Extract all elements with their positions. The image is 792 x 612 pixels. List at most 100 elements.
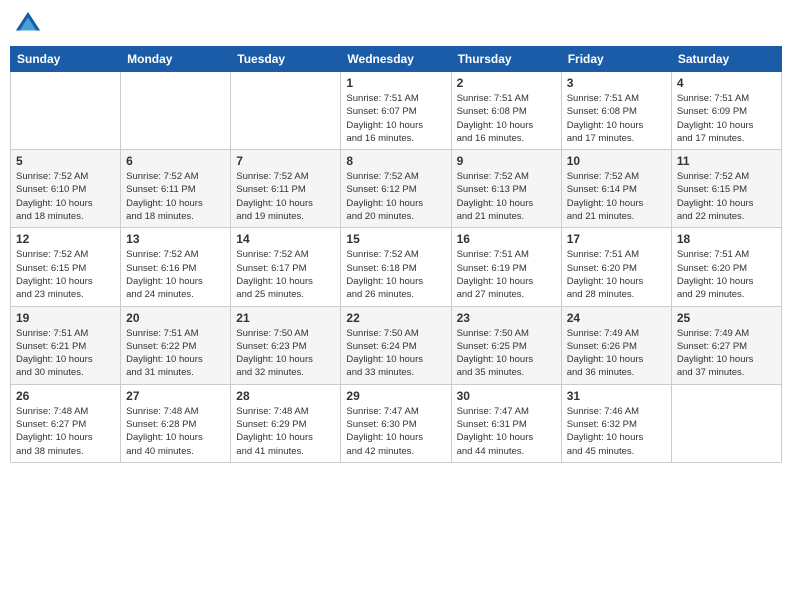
calendar-cell: 17Sunrise: 7:51 AM Sunset: 6:20 PM Dayli… — [561, 228, 671, 306]
calendar-week-row: 26Sunrise: 7:48 AM Sunset: 6:27 PM Dayli… — [11, 384, 782, 462]
day-number: 3 — [567, 76, 666, 90]
day-info: Sunrise: 7:51 AM Sunset: 6:07 PM Dayligh… — [346, 92, 445, 145]
day-info: Sunrise: 7:47 AM Sunset: 6:30 PM Dayligh… — [346, 405, 445, 458]
calendar-cell: 25 Sunrise: 7:49 AM Sunset: 6:27 PM Dayli… — [671, 306, 781, 384]
calendar-cell: 15Sunrise: 7:52 AM Sunset: 6:18 PM Dayli… — [341, 228, 451, 306]
calendar-week-row: 1 Sunrise: 7:51 AM Sunset: 6:07 PM Daylig… — [11, 72, 782, 150]
calendar-cell: 20Sunrise: 7:51 AM Sunset: 6:22 PM Dayli… — [121, 306, 231, 384]
day-of-week-header: Sunday — [11, 47, 121, 72]
day-info: Sunrise: 7:52 AM Sunset: 6:14 PM Dayligh… — [567, 170, 666, 223]
day-number: 25 — [677, 311, 776, 325]
calendar-cell: 1 Sunrise: 7:51 AM Sunset: 6:07 PM Daylig… — [341, 72, 451, 150]
calendar-cell: 2 Sunrise: 7:51 AM Sunset: 6:08 PM Daylig… — [451, 72, 561, 150]
calendar-header-row: SundayMondayTuesdayWednesdayThursdayFrid… — [11, 47, 782, 72]
calendar-cell — [671, 384, 781, 462]
calendar-cell: 16 Sunrise: 7:51 AM Sunset: 6:19 PM Dayli… — [451, 228, 561, 306]
day-number: 10 — [567, 154, 666, 168]
calendar-cell: 3 Sunrise: 7:51 AM Sunset: 6:08 PM Daylig… — [561, 72, 671, 150]
calendar-table: SundayMondayTuesdayWednesdayThursdayFrid… — [10, 46, 782, 463]
calendar-cell — [11, 72, 121, 150]
day-number: 6 — [126, 154, 225, 168]
day-number: 29 — [346, 389, 445, 403]
day-info: Sunrise: 7:49 AM Sunset: 6:26 PM Dayligh… — [567, 327, 666, 380]
day-number: 28 — [236, 389, 335, 403]
day-info: Sunrise: 7:52 AM Sunset: 6:15 PM Dayligh… — [677, 170, 776, 223]
calendar-cell: 22Sunrise: 7:50 AM Sunset: 6:24 PM Dayli… — [341, 306, 451, 384]
day-number: 1 — [346, 76, 445, 90]
day-number: 27 — [126, 389, 225, 403]
day-of-week-header: Thursday — [451, 47, 561, 72]
day-info: Sunrise: 7:51 AM Sunset: 6:08 PM Dayligh… — [457, 92, 556, 145]
day-number: 19 — [16, 311, 115, 325]
day-number: 30 — [457, 389, 556, 403]
calendar-cell: 4 Sunrise: 7:51 AM Sunset: 6:09 PM Daylig… — [671, 72, 781, 150]
day-of-week-header: Monday — [121, 47, 231, 72]
calendar-cell: 7 Sunrise: 7:52 AM Sunset: 6:11 PM Daylig… — [231, 150, 341, 228]
day-info: Sunrise: 7:50 AM Sunset: 6:25 PM Dayligh… — [457, 327, 556, 380]
day-info: Sunrise: 7:47 AM Sunset: 6:31 PM Dayligh… — [457, 405, 556, 458]
day-info: Sunrise: 7:52 AM Sunset: 6:11 PM Dayligh… — [126, 170, 225, 223]
day-info: Sunrise: 7:52 AM Sunset: 6:15 PM Dayligh… — [16, 248, 115, 301]
day-info: Sunrise: 7:51 AM Sunset: 6:19 PM Dayligh… — [457, 248, 556, 301]
day-of-week-header: Wednesday — [341, 47, 451, 72]
day-number: 4 — [677, 76, 776, 90]
calendar-cell: 26Sunrise: 7:48 AM Sunset: 6:27 PM Dayli… — [11, 384, 121, 462]
calendar-week-row: 12 Sunrise: 7:52 AM Sunset: 6:15 PM Dayli… — [11, 228, 782, 306]
calendar-cell: 18 Sunrise: 7:51 AM Sunset: 6:20 PM Dayli… — [671, 228, 781, 306]
logo-icon — [14, 10, 42, 38]
calendar-cell: 14Sunrise: 7:52 AM Sunset: 6:17 PM Dayli… — [231, 228, 341, 306]
day-info: Sunrise: 7:52 AM Sunset: 6:17 PM Dayligh… — [236, 248, 335, 301]
day-info: Sunrise: 7:51 AM Sunset: 6:20 PM Dayligh… — [677, 248, 776, 301]
day-info: Sunrise: 7:46 AM Sunset: 6:32 PM Dayligh… — [567, 405, 666, 458]
calendar-cell: 6 Sunrise: 7:52 AM Sunset: 6:11 PM Daylig… — [121, 150, 231, 228]
day-number: 15 — [346, 232, 445, 246]
day-number: 31 — [567, 389, 666, 403]
calendar-cell: 19 Sunrise: 7:51 AM Sunset: 6:21 PM Dayli… — [11, 306, 121, 384]
day-number: 21 — [236, 311, 335, 325]
page-header — [10, 10, 782, 38]
day-of-week-header: Saturday — [671, 47, 781, 72]
day-number: 22 — [346, 311, 445, 325]
day-info: Sunrise: 7:52 AM Sunset: 6:12 PM Dayligh… — [346, 170, 445, 223]
calendar-cell: 11Sunrise: 7:52 AM Sunset: 6:15 PM Dayli… — [671, 150, 781, 228]
calendar-cell: 5 Sunrise: 7:52 AM Sunset: 6:10 PM Daylig… — [11, 150, 121, 228]
day-info: Sunrise: 7:52 AM Sunset: 6:11 PM Dayligh… — [236, 170, 335, 223]
day-number: 2 — [457, 76, 556, 90]
day-number: 16 — [457, 232, 556, 246]
calendar-week-row: 19 Sunrise: 7:51 AM Sunset: 6:21 PM Dayli… — [11, 306, 782, 384]
day-info: Sunrise: 7:51 AM Sunset: 6:21 PM Dayligh… — [16, 327, 115, 380]
calendar-cell — [121, 72, 231, 150]
day-info: Sunrise: 7:51 AM Sunset: 6:22 PM Dayligh… — [126, 327, 225, 380]
day-number: 8 — [346, 154, 445, 168]
calendar-cell — [231, 72, 341, 150]
calendar-cell: 24 Sunrise: 7:49 AM Sunset: 6:26 PM Dayli… — [561, 306, 671, 384]
logo — [14, 10, 46, 38]
day-number: 5 — [16, 154, 115, 168]
day-number: 26 — [16, 389, 115, 403]
day-number: 13 — [126, 232, 225, 246]
day-info: Sunrise: 7:50 AM Sunset: 6:23 PM Dayligh… — [236, 327, 335, 380]
day-info: Sunrise: 7:51 AM Sunset: 6:20 PM Dayligh… — [567, 248, 666, 301]
day-info: Sunrise: 7:49 AM Sunset: 6:27 PM Dayligh… — [677, 327, 776, 380]
day-number: 24 — [567, 311, 666, 325]
day-number: 12 — [16, 232, 115, 246]
calendar-cell: 30 Sunrise: 7:47 AM Sunset: 6:31 PM Dayli… — [451, 384, 561, 462]
day-info: Sunrise: 7:48 AM Sunset: 6:29 PM Dayligh… — [236, 405, 335, 458]
calendar-cell: 8 Sunrise: 7:52 AM Sunset: 6:12 PM Daylig… — [341, 150, 451, 228]
calendar-cell: 12 Sunrise: 7:52 AM Sunset: 6:15 PM Dayli… — [11, 228, 121, 306]
day-number: 18 — [677, 232, 776, 246]
day-info: Sunrise: 7:52 AM Sunset: 6:10 PM Dayligh… — [16, 170, 115, 223]
day-number: 7 — [236, 154, 335, 168]
day-info: Sunrise: 7:51 AM Sunset: 6:08 PM Dayligh… — [567, 92, 666, 145]
calendar-cell: 21 Sunrise: 7:50 AM Sunset: 6:23 PM Dayli… — [231, 306, 341, 384]
calendar-week-row: 5 Sunrise: 7:52 AM Sunset: 6:10 PM Daylig… — [11, 150, 782, 228]
calendar-cell: 27 Sunrise: 7:48 AM Sunset: 6:28 PM Dayli… — [121, 384, 231, 462]
day-number: 23 — [457, 311, 556, 325]
calendar-cell: 23 Sunrise: 7:50 AM Sunset: 6:25 PM Dayli… — [451, 306, 561, 384]
day-info: Sunrise: 7:52 AM Sunset: 6:16 PM Dayligh… — [126, 248, 225, 301]
calendar-cell: 9Sunrise: 7:52 AM Sunset: 6:13 PM Daylig… — [451, 150, 561, 228]
day-info: Sunrise: 7:52 AM Sunset: 6:13 PM Dayligh… — [457, 170, 556, 223]
day-info: Sunrise: 7:51 AM Sunset: 6:09 PM Dayligh… — [677, 92, 776, 145]
day-info: Sunrise: 7:48 AM Sunset: 6:28 PM Dayligh… — [126, 405, 225, 458]
calendar-cell: 28 Sunrise: 7:48 AM Sunset: 6:29 PM Dayli… — [231, 384, 341, 462]
